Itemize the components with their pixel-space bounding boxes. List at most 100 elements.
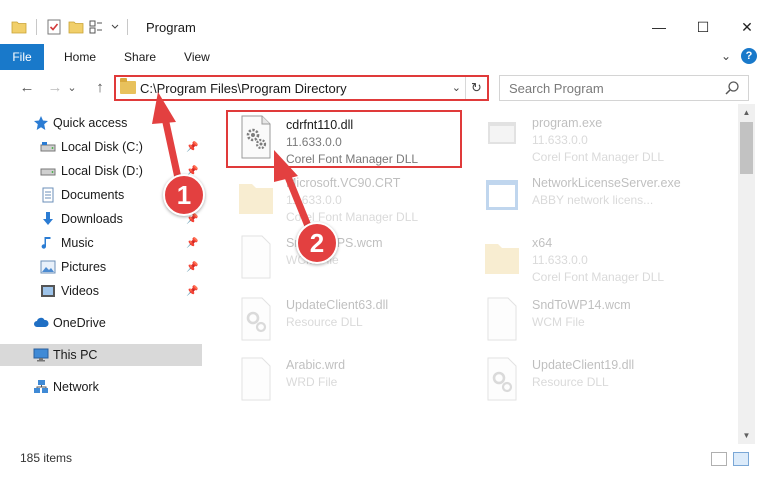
sidebar-item-label: Documents	[61, 188, 125, 202]
file-item-program-exe[interactable]: program.exe 11.633.0.0 Corel Font Manage…	[466, 108, 706, 164]
file-item-networklicenseserver[interactable]: NetworkLicenseServer.exe ABBY network li…	[466, 168, 706, 224]
file-name: program.exe	[532, 116, 603, 130]
search-icon[interactable]	[724, 80, 740, 96]
pin-icon[interactable]: 📌	[186, 142, 198, 153]
file-type: Resource DLL	[532, 375, 609, 389]
sidebar-item-label: Local Disk (D:)	[61, 164, 143, 178]
file-item-vc90-crt[interactable]: Microsoft.VC90.CRT 11.633.0.0 Corel Font…	[220, 168, 460, 224]
address-bar[interactable]: C:\Program Files\Program Directory ⌄ ↻	[114, 75, 489, 101]
downloads-icon	[43, 212, 53, 225]
refresh-button[interactable]: ↻	[465, 77, 487, 99]
file-icon	[241, 235, 271, 279]
sidebar-item-label: Quick access	[53, 116, 128, 130]
videos-icon	[41, 285, 55, 297]
scroll-down-arrow[interactable]: ▼	[738, 427, 755, 444]
window-controls: — ☐ ✕	[637, 12, 769, 42]
up-button[interactable]: ↑	[89, 76, 111, 98]
sidebar-item-label: Pictures	[61, 260, 107, 274]
sidebar-item-local-disk-c[interactable]: Local Disk (C:) 📌	[0, 136, 202, 158]
file-name: UpdateClient19.dll	[532, 358, 635, 372]
address-path[interactable]: C:\Program Files\Program Directory	[140, 81, 347, 96]
new-folder-icon[interactable]	[67, 19, 85, 35]
drive-icon	[40, 168, 56, 176]
file-item-x64[interactable]: x64 11.633.0.0 Corel Font Manager DLL	[466, 228, 706, 284]
file-type: WCM File	[532, 315, 585, 329]
exe-icon	[488, 122, 516, 144]
close-button[interactable]: ✕	[725, 12, 769, 42]
computer-icon	[33, 348, 49, 362]
navigation-bar: ← → ⌄ ↑ C:\Program Files\Program Directo…	[0, 72, 769, 102]
sidebar-item-quick-access[interactable]: Quick access	[0, 112, 202, 134]
tab-file[interactable]: File	[0, 44, 44, 70]
pin-icon[interactable]: 📌	[186, 262, 198, 273]
pin-icon[interactable]: 📌	[186, 238, 198, 249]
folder-icon[interactable]	[10, 19, 28, 35]
forward-button[interactable]: →	[44, 76, 66, 98]
scroll-up-arrow[interactable]: ▲	[738, 104, 755, 121]
sidebar-item-network[interactable]: Network	[0, 376, 202, 398]
recent-locations-button[interactable]: ⌄	[66, 76, 78, 98]
pictures-icon	[40, 260, 56, 274]
drive-icon	[40, 142, 56, 152]
file-list: cdrfnt110.dll 11.633.0.0 Corel Font Mana…	[210, 104, 738, 444]
tab-view[interactable]: View	[170, 44, 224, 70]
file-item-arabic-wrd[interactable]: Arabic.wrd WRD File	[220, 350, 460, 406]
tab-home[interactable]: Home	[44, 44, 110, 70]
title-bar: Program — ☐ ✕	[0, 0, 769, 40]
sidebar-item-label: Local Disk (C:)	[61, 140, 143, 154]
file-version: 11.633.0.0	[532, 133, 588, 147]
music-icon	[41, 237, 51, 249]
sidebar-item-videos[interactable]: Videos 📌	[0, 280, 202, 302]
documents-icon	[42, 187, 54, 203]
properties-icon[interactable]	[45, 19, 63, 35]
cloud-icon	[34, 317, 49, 327]
chevron-down-icon[interactable]: ⌄	[452, 81, 461, 94]
file-type: Resource DLL	[286, 315, 363, 329]
file-description: Corel Font Manager DLL	[532, 150, 665, 164]
dll-gear-icon	[487, 357, 517, 401]
vertical-scrollbar[interactable]: ▲ ▼	[738, 104, 755, 444]
highlight-box	[226, 110, 462, 168]
file-item-sndtoftps[interactable]: SndToFTPS.wcm WCM File	[220, 228, 460, 284]
sidebar-item-this-pc[interactable]: This PC	[0, 344, 202, 366]
maximize-button[interactable]: ☐	[681, 12, 725, 42]
file-name: Microsoft.VC90.CRT	[286, 176, 401, 190]
sidebar-item-label: Network	[53, 380, 99, 394]
tab-share[interactable]: Share	[110, 44, 170, 70]
file-name: NetworkLicenseServer.exe	[532, 176, 681, 190]
file-item-updateclient63[interactable]: UpdateClient63.dll Resource DLL	[220, 290, 460, 346]
details-view-icon[interactable]	[711, 452, 727, 466]
file-description: Corel Font Manager DLL	[286, 210, 419, 224]
back-button[interactable]: ←	[16, 76, 38, 98]
sidebar-item-pictures[interactable]: Pictures 📌	[0, 256, 202, 278]
toolbar-divider	[127, 19, 128, 35]
ribbon-right-controls: ⌄ ?	[721, 48, 757, 64]
sidebar-item-label: Videos	[61, 284, 99, 298]
search-input[interactable]: Search Program	[499, 75, 749, 101]
customize-toolbar-icon[interactable]	[111, 19, 119, 35]
file-item-updateclient19[interactable]: UpdateClient19.dll Resource DLL	[466, 350, 706, 406]
navigation-pane: Quick access Local Disk (C:) 📌 Local Dis…	[0, 104, 202, 444]
file-item-sndtowp14[interactable]: SndToWP14.wcm WCM File	[466, 290, 706, 346]
sidebar-item-onedrive[interactable]: OneDrive	[0, 312, 202, 334]
scroll-thumb[interactable]	[740, 122, 753, 174]
folder-icon	[239, 184, 273, 214]
expand-ribbon-icon[interactable]: ⌄	[721, 49, 731, 63]
file-version: 11.633.0.0	[286, 193, 342, 207]
sidebar-item-music[interactable]: Music 📌	[0, 232, 202, 254]
ribbon-tabs: File Home Share View ⌄ ?	[0, 44, 769, 70]
item-count: 185 items	[20, 451, 73, 465]
folder-icon	[485, 244, 519, 274]
file-icon	[487, 297, 517, 341]
help-icon[interactable]: ?	[741, 48, 757, 64]
status-bar: 185 items	[0, 448, 769, 470]
step-badge-2: 2	[296, 222, 338, 264]
sidebar-item-label: This PC	[53, 348, 98, 362]
network-icon	[34, 380, 48, 393]
minimize-button[interactable]: —	[637, 12, 681, 42]
large-icons-view-icon[interactable]	[733, 452, 749, 466]
view-options-icon[interactable]	[89, 19, 107, 35]
file-description: ABBY network licens...	[532, 193, 654, 207]
file-icon	[241, 357, 271, 401]
pin-icon[interactable]: 📌	[186, 286, 198, 297]
